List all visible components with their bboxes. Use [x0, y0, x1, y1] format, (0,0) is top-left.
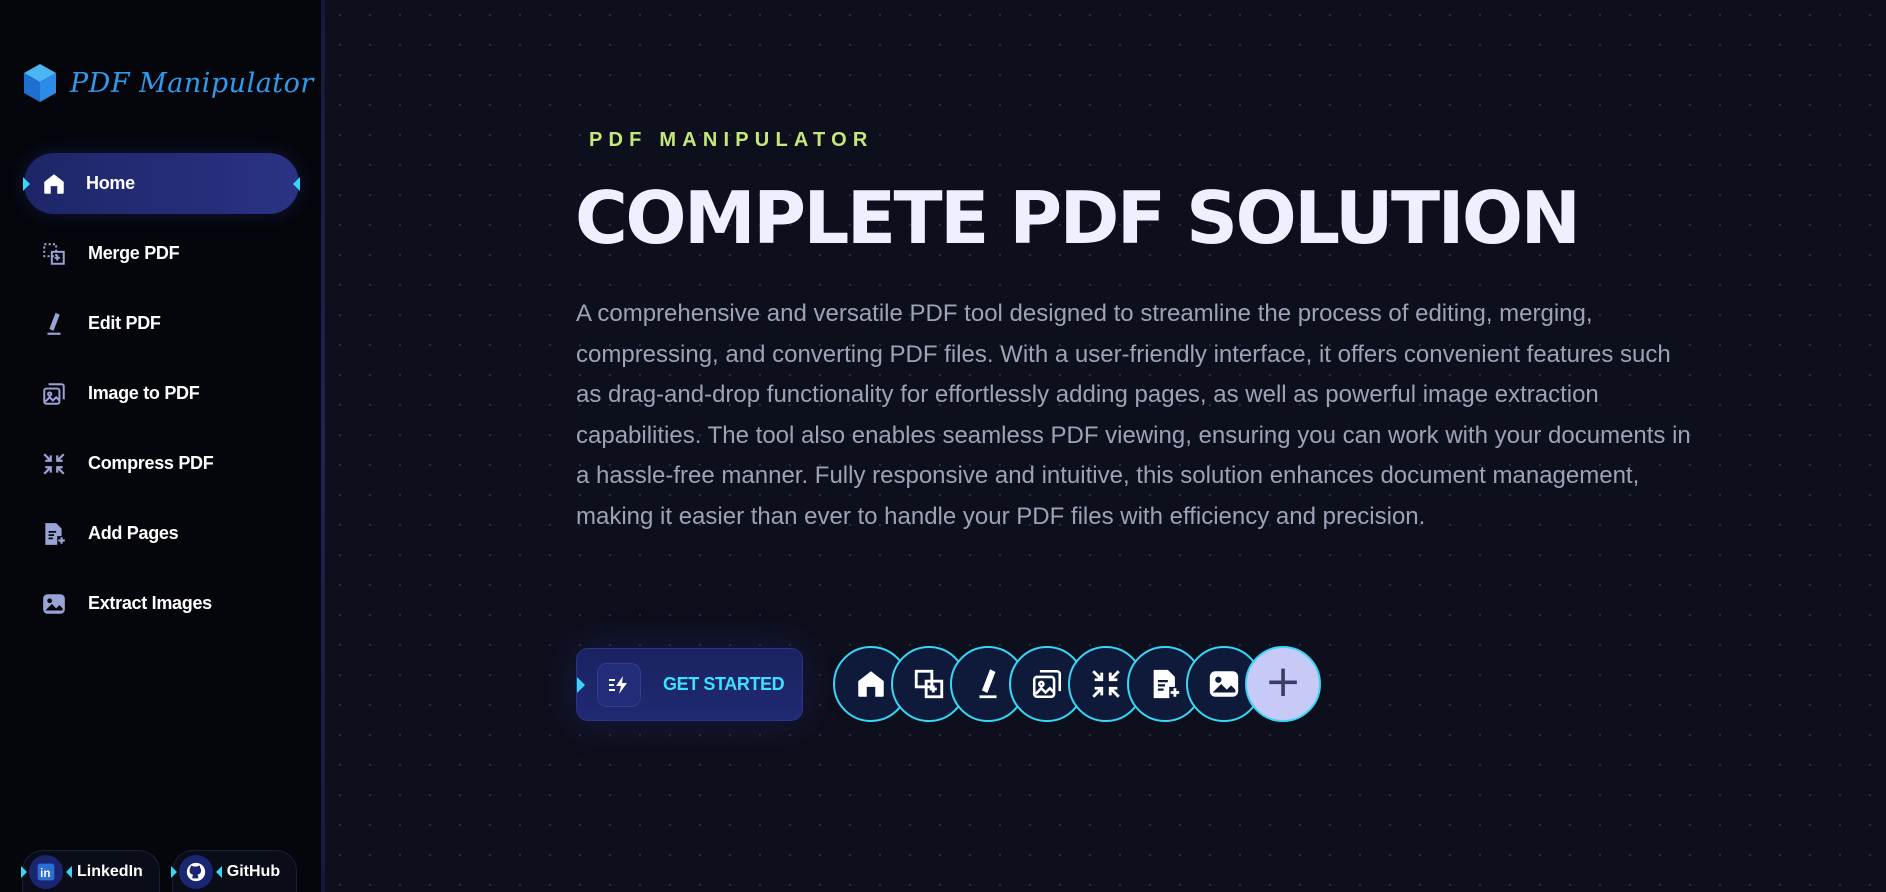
- sidebar-item-label: Home: [86, 173, 135, 193]
- add-pages-icon: [1153, 669, 1180, 699]
- sidebar-item-label: Merge PDF: [88, 243, 180, 263]
- extract-images-icon: [40, 590, 68, 618]
- main-content: PDF MANIPULATOR COMPLETE PDF SOLUTION A …: [325, 0, 1886, 892]
- quick-tools-row: +: [833, 646, 1333, 724]
- merge-icon: [914, 669, 944, 699]
- sidebar-nav: Home Merge PDF Edit PDF Image to PDF Com…: [24, 153, 299, 643]
- quick-more-button[interactable]: +: [1245, 646, 1321, 722]
- page-title: COMPLETE PDF SOLUTION: [575, 176, 1581, 260]
- arrow-indicator-icon: [21, 866, 27, 878]
- edit-icon: [40, 310, 68, 338]
- app-logo[interactable]: PDF Manipulator: [22, 62, 314, 104]
- sidebar: PDF Manipulator Home Merge PDF Edit PDF …: [0, 0, 321, 892]
- linkedin-button[interactable]: in LinkedIn: [21, 850, 160, 892]
- edit-icon: [979, 669, 997, 699]
- arrow-indicator-icon: [66, 866, 72, 878]
- home-icon: [40, 170, 68, 198]
- sidebar-item-label: Image to PDF: [88, 383, 200, 403]
- get-started-label: GET STARTED: [663, 674, 785, 694]
- merge-icon: [40, 240, 68, 268]
- github-button[interactable]: GitHub: [170, 850, 298, 892]
- sidebar-item-label: Extract Images: [88, 593, 212, 613]
- sidebar-item-edit-pdf[interactable]: Edit PDF: [24, 293, 299, 354]
- image-to-pdf-icon: [40, 380, 68, 408]
- github-label: GitHub: [226, 862, 281, 880]
- hero-description: A comprehensive and versatile PDF tool d…: [576, 300, 1691, 530]
- sidebar-item-add-pages[interactable]: Add Pages: [24, 503, 299, 564]
- sidebar-item-home[interactable]: Home: [24, 153, 299, 214]
- compress-icon: [1092, 670, 1120, 698]
- sidebar-item-image-to-pdf[interactable]: Image to PDF: [24, 363, 299, 424]
- arrow-indicator-icon: [215, 866, 222, 878]
- lightning-list-icon: [597, 662, 641, 707]
- home-icon: [858, 671, 884, 697]
- social-links: in LinkedIn GitHub: [21, 850, 298, 892]
- app-name: PDF Manipulator: [70, 67, 314, 99]
- linkedin-icon: in: [29, 854, 63, 889]
- sidebar-item-compress-pdf[interactable]: Compress PDF: [24, 433, 299, 494]
- sidebar-item-extract-images[interactable]: Extract Images: [24, 573, 299, 634]
- arrow-indicator-icon: [577, 677, 585, 693]
- sidebar-item-label: Edit PDF: [88, 313, 161, 333]
- add-pages-icon: [40, 520, 68, 548]
- github-icon: [178, 854, 213, 889]
- sidebar-item-label: Add Pages: [88, 523, 179, 543]
- image-to-pdf-icon: [1032, 669, 1062, 699]
- get-started-button[interactable]: GET STARTED: [576, 648, 803, 721]
- cube-logo-icon: [24, 64, 56, 102]
- svg-text:in: in: [40, 867, 50, 880]
- extract-images-icon: [1209, 671, 1239, 697]
- plus-icon: +: [1264, 656, 1302, 707]
- compress-icon: [40, 450, 68, 478]
- sidebar-item-merge-pdf[interactable]: Merge PDF: [24, 223, 299, 284]
- hero-eyebrow: PDF MANIPULATOR: [589, 129, 874, 151]
- linkedin-label: LinkedIn: [77, 862, 143, 880]
- arrow-indicator-icon: [170, 866, 177, 878]
- sidebar-item-label: Compress PDF: [88, 453, 214, 473]
